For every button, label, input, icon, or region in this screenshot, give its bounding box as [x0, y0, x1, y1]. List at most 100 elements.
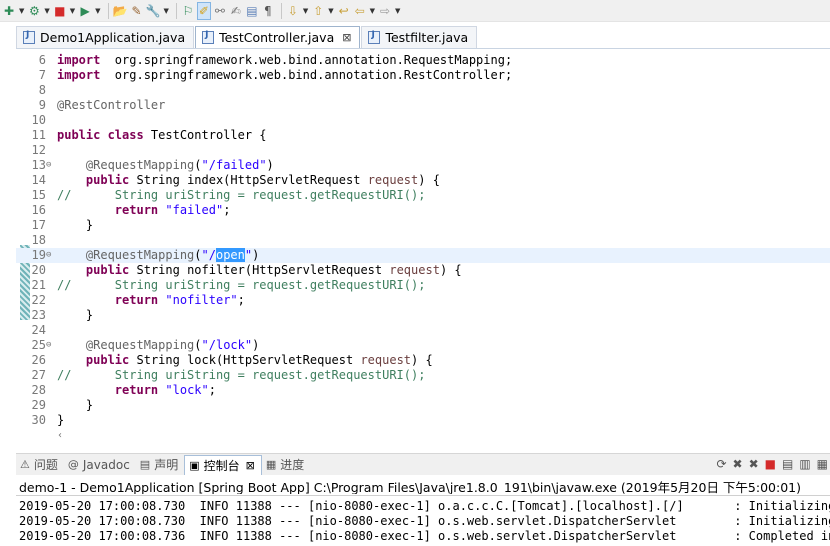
- console-tab[interactable]: ▣ 控制台 ⊠: [184, 454, 262, 475]
- chevron-down-icon[interactable]: ▼: [395, 7, 400, 15]
- editor-tab-label: Testfilter.java: [385, 30, 469, 45]
- progress-icon: ▦: [265, 458, 277, 471]
- main-toolbar: ✚ ▼ ⚙ ▼ ■ ▼ ▶ ▼ 📂 ✎ 🔧 ▼ ⚐ ✐ ⚯ ✍ ▤ ¶ ⇩ ▼ ⇧ ▼ ↩ ⇦ ▼ ⇨ ▼: [0, 0, 830, 22]
- chevron-down-icon[interactable]: ▼: [70, 7, 75, 15]
- code-line: 13 ⊖ @RequestMapping("/failed"): [16, 158, 830, 173]
- doc-icon[interactable]: ▤: [245, 2, 259, 20]
- link-icon[interactable]: ⚯: [213, 2, 227, 20]
- paragraph-icon-glyph: ¶: [264, 3, 272, 18]
- wrench-icon-glyph: 🔧: [145, 3, 161, 18]
- code-line: 7 import org.springframework.web.bind.ann…: [16, 68, 830, 83]
- code-line: 28 return "lock";: [16, 383, 830, 398]
- code-line: 21 // String uriString = request.getReque…: [16, 278, 830, 293]
- code-token: @RestController: [57, 98, 166, 112]
- close-icon[interactable]: ⊠: [246, 459, 255, 472]
- code-token: "failed": [165, 203, 224, 217]
- line-number: 13: [31, 158, 46, 172]
- editor-tab-label: TestController.java: [219, 30, 335, 45]
- code-text: return "failed";: [57, 203, 231, 218]
- console-toolbar: ⟳ ✖ ✖ ■ ▤ ▥ ▦: [710, 457, 828, 471]
- fold-toggle-icon[interactable]: ⊖: [46, 248, 51, 263]
- code-token: ;: [237, 293, 245, 307]
- code-token: import: [57, 68, 101, 82]
- chevron-down-icon[interactable]: ▼: [19, 7, 24, 15]
- prev-annotation-icon-glyph: ⇧: [313, 3, 324, 18]
- code-editor[interactable]: ‹ 6 import org.springframework.web.bind.a…: [16, 50, 830, 442]
- chevron-down-icon[interactable]: ▼: [44, 7, 49, 15]
- highlight-icon-glyph: ✐: [198, 3, 209, 18]
- console-line: 2019-05-20 17:00:08.730 INFO 11388 --- […: [19, 514, 830, 528]
- code-token: return: [114, 293, 159, 307]
- stop-icon[interactable]: ■: [53, 2, 67, 20]
- paragraph-icon[interactable]: ¶: [261, 2, 275, 20]
- chevron-down-icon[interactable]: ▼: [95, 7, 100, 15]
- line-number: 15: [31, 188, 46, 202]
- close-icon[interactable]: ⊠: [342, 31, 351, 44]
- remove-launch-icon[interactable]: ✖: [733, 457, 743, 471]
- editor-tab[interactable]: Demo1Application.java: [16, 26, 195, 48]
- debug-icon[interactable]: ⚙: [27, 2, 41, 20]
- java-file-icon: [23, 30, 35, 44]
- panel-tab-label: Javadoc: [82, 457, 130, 472]
- declaration-tab[interactable]: ▤ 声明: [136, 455, 184, 475]
- problems-tab[interactable]: ⚠ 问题: [16, 455, 64, 475]
- code-token: ) {: [418, 173, 440, 187]
- forward-icon[interactable]: ⇨: [378, 2, 392, 20]
- new-wizard-icon[interactable]: ✚: [2, 2, 16, 20]
- code-token: public class: [57, 128, 144, 142]
- code-line: 23 }: [16, 308, 830, 323]
- panel-tab-label: 问题: [33, 458, 58, 472]
- fold-toggle-icon[interactable]: ⊖: [46, 158, 51, 173]
- editor-tab[interactable]: Testfilter.java: [361, 26, 478, 48]
- remove-all-icon[interactable]: ✖: [749, 457, 759, 471]
- line-number: 11: [31, 128, 46, 142]
- open-folder-icon[interactable]: 📂: [113, 2, 128, 20]
- javadoc-tab[interactable]: @ Javadoc: [64, 455, 136, 475]
- terminate-icon[interactable]: ■: [765, 457, 776, 471]
- wrench-icon[interactable]: 🔧: [146, 2, 161, 20]
- code-token: }: [57, 218, 94, 232]
- chevron-down-icon[interactable]: ▼: [328, 7, 333, 15]
- highlight-icon[interactable]: ✐: [196, 1, 211, 20]
- marker-icon[interactable]: ⚐: [181, 2, 195, 20]
- editor-tab[interactable]: TestController.java ⊠: [195, 26, 361, 48]
- pin-console-icon[interactable]: ▦: [817, 457, 828, 471]
- code-token: request: [360, 353, 412, 367]
- horizontal-scroll-left-icon[interactable]: ‹: [58, 430, 62, 441]
- code-token: ) {: [411, 353, 433, 367]
- code-token: org.springframework.web.bind.annotation.…: [100, 53, 513, 67]
- next-annotation-icon[interactable]: ⇩: [286, 2, 300, 20]
- edit-icon[interactable]: ✍: [229, 2, 243, 20]
- marker-icon-glyph: ⚐: [182, 3, 194, 18]
- back-icon[interactable]: ⇦: [353, 2, 367, 20]
- scroll-lock-icon[interactable]: ▥: [799, 457, 810, 471]
- code-text: }: [57, 413, 64, 428]
- line-number: 30: [31, 413, 46, 427]
- code-text: @RestController: [57, 98, 165, 113]
- line-number: 16: [31, 203, 46, 217]
- stop-icon-glyph: ■: [54, 3, 66, 18]
- prev-annotation-icon[interactable]: ⇧: [311, 2, 325, 20]
- code-line: 17 }: [16, 218, 830, 233]
- line-number: 24: [31, 323, 46, 337]
- chevron-down-icon[interactable]: ▼: [303, 7, 308, 15]
- code-token: String lock(HttpServletRequest: [129, 353, 361, 367]
- progress-tab[interactable]: ▦ 进度: [262, 455, 310, 475]
- code-text: // String uriString = request.getRequest…: [57, 368, 425, 383]
- chevron-down-icon[interactable]: ▼: [163, 7, 168, 15]
- run-icon[interactable]: ▶: [78, 2, 92, 20]
- clear-console-icon[interactable]: ▤: [782, 457, 793, 471]
- last-edit-icon[interactable]: ↩: [337, 2, 351, 20]
- code-line: 8: [16, 83, 830, 98]
- chevron-down-icon[interactable]: ▼: [370, 7, 375, 15]
- line-number: 22: [31, 293, 46, 307]
- code-line: 26 public String lock(HttpServletRequest…: [16, 353, 830, 368]
- pencil-icon[interactable]: ✎: [130, 2, 144, 20]
- code-token: ): [266, 158, 274, 172]
- fold-toggle-icon[interactable]: ⊖: [46, 338, 51, 353]
- forward-icon-glyph: ⇨: [380, 3, 391, 18]
- editor-tab-label: Demo1Application.java: [40, 30, 186, 45]
- sync-icon[interactable]: ⟳: [716, 457, 726, 471]
